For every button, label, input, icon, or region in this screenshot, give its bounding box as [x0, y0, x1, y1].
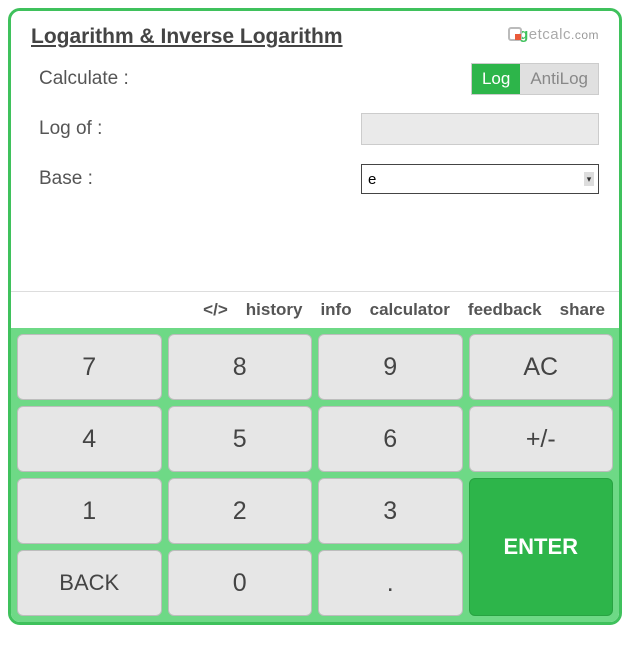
- logof-input[interactable]: [361, 113, 599, 145]
- brand-icon: [508, 27, 522, 41]
- brand-logo[interactable]: getcalc.com: [508, 25, 599, 43]
- key-enter[interactable]: ENTER: [469, 478, 614, 616]
- calculator-action[interactable]: calculator: [370, 300, 450, 320]
- calculate-label: Calculate :: [31, 68, 129, 90]
- logof-label: Log of :: [31, 118, 102, 140]
- calculator-widget: Logarithm & Inverse Logarithm getcalc.co…: [8, 8, 622, 625]
- key-8[interactable]: 8: [168, 334, 313, 400]
- key-dot[interactable]: .: [318, 550, 463, 616]
- key-6[interactable]: 6: [318, 406, 463, 472]
- calculate-row: Calculate : Log AntiLog: [31, 61, 599, 97]
- base-label: Base :: [31, 168, 93, 190]
- page-title: Logarithm & Inverse Logarithm: [31, 25, 343, 49]
- key-ac[interactable]: AC: [469, 334, 614, 400]
- key-plusminus[interactable]: +/-: [469, 406, 614, 472]
- embed-action[interactable]: </>: [203, 300, 228, 320]
- key-9[interactable]: 9: [318, 334, 463, 400]
- keypad: 7 8 9 AC 4 5 6 +/- 1 2 3 ENTER BACK 0 .: [11, 328, 619, 622]
- base-value: e: [368, 171, 376, 188]
- key-7[interactable]: 7: [17, 334, 162, 400]
- spacer: [31, 211, 599, 291]
- upper-panel: Logarithm & Inverse Logarithm getcalc.co…: [11, 11, 619, 291]
- base-select[interactable]: e ▾: [361, 164, 599, 194]
- action-bar: </> history info calculator feedback sha…: [11, 291, 619, 328]
- logof-row: Log of :: [31, 111, 599, 147]
- info-action[interactable]: info: [320, 300, 351, 320]
- key-2[interactable]: 2: [168, 478, 313, 544]
- key-1[interactable]: 1: [17, 478, 162, 544]
- history-action[interactable]: history: [246, 300, 303, 320]
- chevron-down-icon: ▾: [584, 172, 594, 186]
- key-5[interactable]: 5: [168, 406, 313, 472]
- share-action[interactable]: share: [560, 300, 605, 320]
- key-back[interactable]: BACK: [17, 550, 162, 616]
- title-row: Logarithm & Inverse Logarithm getcalc.co…: [31, 25, 599, 49]
- feedback-action[interactable]: feedback: [468, 300, 542, 320]
- antilog-toggle[interactable]: AntiLog: [520, 64, 598, 94]
- key-0[interactable]: 0: [168, 550, 313, 616]
- key-3[interactable]: 3: [318, 478, 463, 544]
- mode-toggle: Log AntiLog: [471, 63, 599, 95]
- key-4[interactable]: 4: [17, 406, 162, 472]
- log-toggle[interactable]: Log: [472, 64, 520, 94]
- base-row: Base : e ▾: [31, 161, 599, 197]
